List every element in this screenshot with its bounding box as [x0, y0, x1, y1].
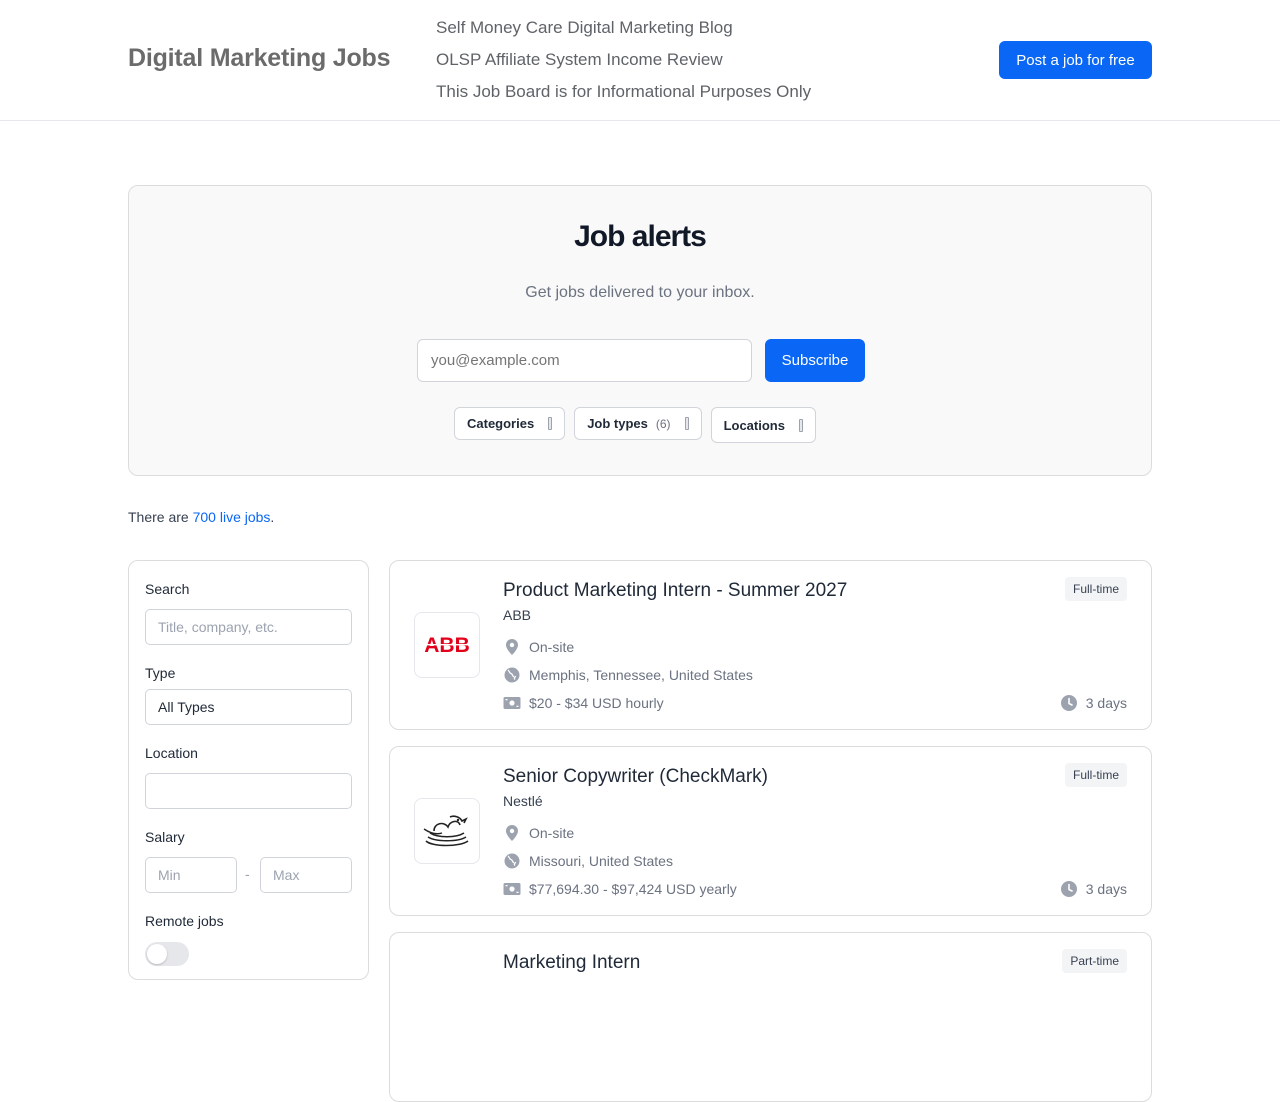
- map-pin-icon: [503, 638, 521, 656]
- chevron-down-icon: [684, 417, 689, 430]
- job-location-text: Missouri, United States: [529, 853, 673, 869]
- job-work-mode-text: On-site: [529, 639, 575, 655]
- job-work-mode: On-site: [503, 638, 574, 656]
- site-header: Digital Marketing Jobs Self Money Care D…: [0, 0, 1280, 121]
- alert-filters: Categories Job types (6) Locations: [454, 407, 816, 443]
- locations-filter[interactable]: Locations: [710, 407, 816, 443]
- job-types-filter-label: Job types: [587, 416, 648, 431]
- live-jobs-count: There are 700 live jobs.: [128, 509, 274, 525]
- search-input[interactable]: [145, 609, 352, 645]
- map-pin-icon: [503, 824, 521, 842]
- company-logo: [414, 798, 480, 864]
- live-jobs-prefix: There are: [128, 509, 193, 525]
- remote-jobs-label: Remote jobs: [145, 913, 224, 929]
- job-type-badge: Full-time: [1064, 763, 1127, 787]
- job-salary-text: $77,694.30 - $97,424 USD yearly: [529, 881, 737, 897]
- job-types-filter[interactable]: Job types (6): [574, 407, 702, 440]
- job-alerts-panel: Job alerts Get jobs delivered to your in…: [128, 185, 1152, 476]
- live-jobs-link[interactable]: 700 live jobs: [193, 509, 271, 525]
- job-salary: $77,694.30 - $97,424 USD yearly: [503, 880, 737, 898]
- salary-separator: -: [245, 866, 250, 882]
- job-filter-sidebar: Search Type All Types Location Salary - …: [128, 560, 369, 980]
- header-nav: Self Money Care Digital Marketing Blog O…: [436, 17, 811, 102]
- chevron-down-icon: [798, 418, 803, 432]
- chevron-down-icon: [548, 417, 553, 430]
- type-label: Type: [145, 665, 176, 681]
- alert-email-input[interactable]: [417, 339, 752, 382]
- nav-link-disclaimer[interactable]: This Job Board is for Informational Purp…: [436, 81, 811, 102]
- money-icon: [503, 880, 521, 898]
- job-card[interactable]: Senior Copywriter (CheckMark) Nestlé On-…: [389, 746, 1152, 916]
- clock-icon: [1060, 880, 1078, 898]
- job-company: Nestlé: [503, 793, 543, 809]
- clock-icon: [1060, 694, 1078, 712]
- job-alerts-subtitle: Get jobs delivered to your inbox.: [525, 284, 755, 301]
- job-salary-text: $20 - $34 USD hourly: [529, 695, 664, 711]
- job-alerts-title: Job alerts: [574, 220, 707, 253]
- live-jobs-suffix: .: [270, 509, 275, 525]
- location-input[interactable]: [145, 773, 352, 809]
- job-types-count: (6): [655, 416, 671, 431]
- salary-label: Salary: [145, 829, 185, 845]
- nav-link-olsp-review[interactable]: OLSP Affiliate System Income Review: [436, 49, 811, 70]
- categories-filter[interactable]: Categories: [454, 407, 566, 440]
- job-age: 3 days: [1060, 880, 1127, 898]
- company-logo: ABB: [414, 612, 480, 678]
- globe-icon: [503, 666, 521, 684]
- job-location: Memphis, Tennessee, United States: [503, 666, 753, 684]
- abb-logo-icon: ABB: [422, 635, 472, 655]
- subscribe-button[interactable]: Subscribe: [765, 339, 865, 382]
- type-select[interactable]: All Types: [145, 689, 352, 725]
- job-card[interactable]: ABB Product Marketing Intern - Summer 20…: [389, 560, 1152, 730]
- job-title[interactable]: Marketing Intern: [503, 952, 640, 974]
- job-type-badge: Part-time: [1062, 949, 1127, 973]
- job-age: 3 days: [1060, 694, 1127, 712]
- job-title[interactable]: Senior Copywriter (CheckMark): [503, 766, 768, 788]
- job-age-text: 3 days: [1085, 695, 1127, 711]
- job-location: Missouri, United States: [503, 852, 673, 870]
- job-type-badge: Full-time: [1064, 577, 1127, 601]
- nav-link-blog[interactable]: Self Money Care Digital Marketing Blog: [436, 17, 811, 38]
- salary-min-input[interactable]: [145, 857, 237, 893]
- money-icon: [503, 694, 521, 712]
- globe-icon: [503, 852, 521, 870]
- post-job-button[interactable]: Post a job for free: [999, 41, 1152, 79]
- job-salary: $20 - $34 USD hourly: [503, 694, 664, 712]
- job-location-text: Memphis, Tennessee, United States: [529, 667, 753, 683]
- job-age-text: 3 days: [1085, 881, 1127, 897]
- job-work-mode-text: On-site: [529, 825, 575, 841]
- locations-filter-label: Locations: [723, 417, 785, 433]
- nestle-nest-logo-icon: [423, 815, 469, 847]
- salary-max-input[interactable]: [260, 857, 352, 893]
- job-title[interactable]: Product Marketing Intern - Summer 2027: [503, 580, 847, 602]
- categories-filter-label: Categories: [467, 416, 535, 431]
- job-work-mode: On-site: [503, 824, 574, 842]
- search-label: Search: [145, 581, 190, 597]
- job-company: ABB: [503, 607, 532, 623]
- type-select-value: All Types: [158, 699, 215, 715]
- location-label: Location: [145, 745, 198, 761]
- toggle-knob: [147, 944, 167, 964]
- site-brand[interactable]: Digital Marketing Jobs: [128, 44, 391, 73]
- job-card[interactable]: Marketing Intern Part-time: [389, 932, 1152, 1102]
- remote-jobs-toggle[interactable]: [145, 942, 189, 966]
